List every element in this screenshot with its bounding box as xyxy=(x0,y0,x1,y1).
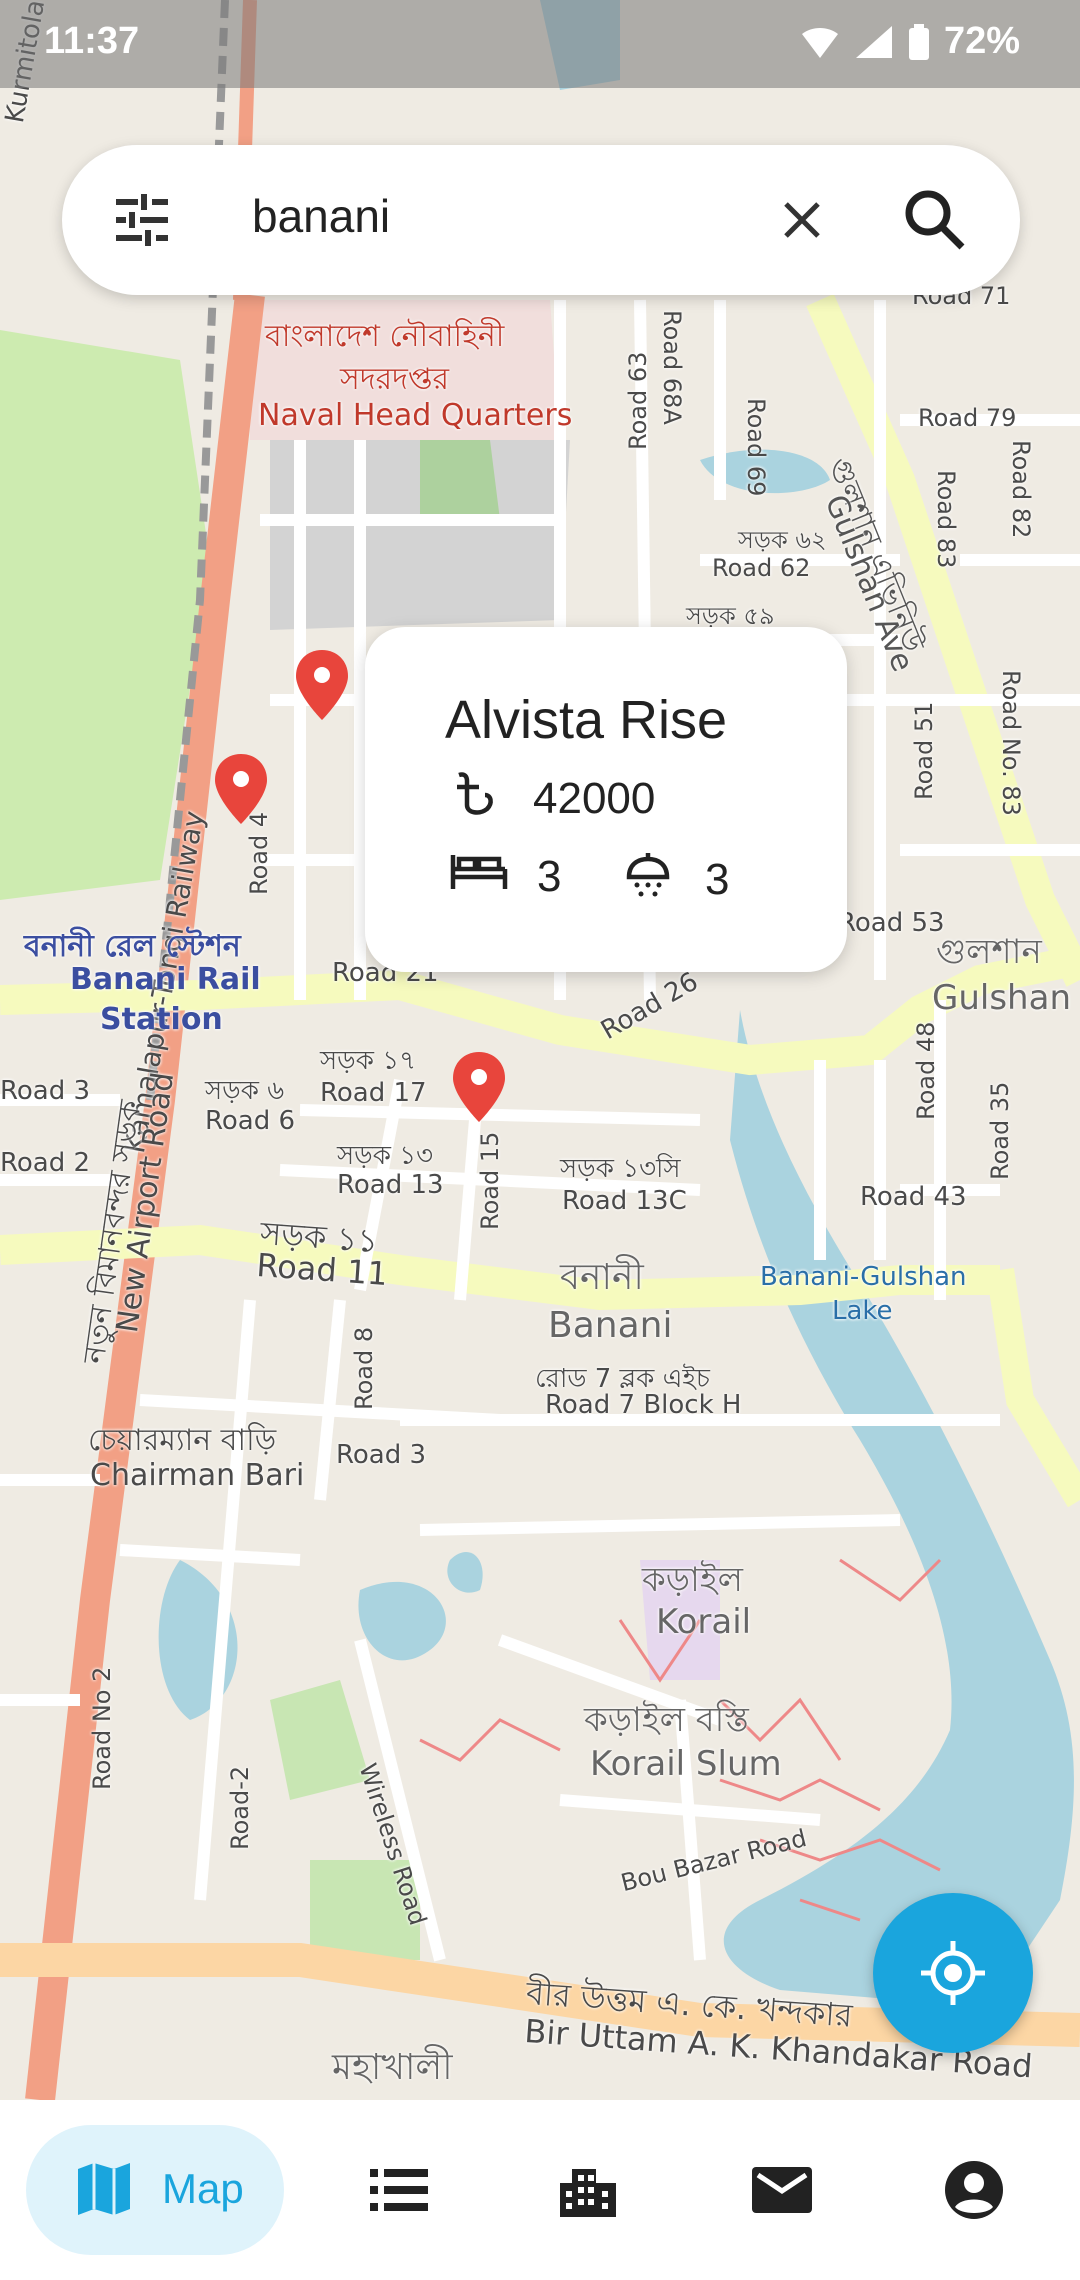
map-label: Banani Rail xyxy=(70,962,261,997)
map-label: Korail xyxy=(656,1602,752,1642)
map-label: Road 3 xyxy=(0,1076,91,1106)
nav-map-label: Map xyxy=(162,2165,244,2212)
map-label: Naval Head Quarters xyxy=(258,398,573,433)
property-marker[interactable] xyxy=(451,1050,507,1124)
map-label: Road 2 xyxy=(0,1148,91,1178)
building-icon xyxy=(560,2169,616,2217)
map-label: Road 48 xyxy=(912,1021,940,1120)
signal-icon xyxy=(854,24,894,60)
map-label: Banani xyxy=(548,1305,673,1346)
list-icon xyxy=(370,2169,428,2211)
map-label: Road 15 xyxy=(476,1131,504,1230)
map-label: বনানী xyxy=(560,1257,644,1298)
map-label: Road 13C xyxy=(562,1186,687,1216)
price-value: 42000 xyxy=(533,773,656,823)
property-title: Alvista Rise xyxy=(445,690,728,750)
battery-icon xyxy=(908,23,930,60)
map-label: Road 83 xyxy=(932,470,960,569)
bed-icon xyxy=(449,849,509,904)
map-label: Road 8 xyxy=(350,1326,378,1410)
map-label: Road 6 xyxy=(205,1106,296,1136)
map-label: Road No. 83 xyxy=(997,670,1025,816)
crosshair-icon xyxy=(921,1941,985,2005)
search-icon[interactable] xyxy=(900,185,970,255)
bottom-navigation: Map xyxy=(0,2100,1080,2280)
nav-buildings[interactable] xyxy=(550,2125,630,2255)
property-baths: 3 xyxy=(623,849,729,910)
map-label: Road 43 xyxy=(860,1182,967,1212)
nav-messages[interactable] xyxy=(742,2125,822,2255)
map-label: Road 68A xyxy=(658,310,686,425)
nav-account[interactable] xyxy=(935,2125,1015,2255)
property-popup[interactable]: Alvista Rise 42000 3 3 xyxy=(365,627,847,972)
filter-icon[interactable] xyxy=(112,190,172,250)
map-label: Korail Slum xyxy=(590,1744,782,1784)
map-label: কড়াইল বস্তি xyxy=(584,1700,749,1740)
my-location-button[interactable] xyxy=(873,1893,1033,2053)
shower-icon xyxy=(623,849,673,910)
search-bar[interactable]: banani xyxy=(62,145,1020,295)
map-label: গুলশান xyxy=(936,932,1042,972)
baths-value: 3 xyxy=(705,854,730,904)
wifi-icon xyxy=(800,24,840,60)
nav-list[interactable] xyxy=(360,2125,440,2255)
property-beds: 3 xyxy=(449,849,561,904)
map-label: Road 35 xyxy=(986,1081,1014,1180)
map-label: Road 7 Block H xyxy=(545,1390,742,1420)
map-label: Road 13 xyxy=(337,1170,444,1200)
property-marker[interactable] xyxy=(294,648,350,722)
beds-value: 3 xyxy=(537,851,562,901)
map-view[interactable]: বাংলাদেশ নৌবাহিনী সদরদপ্তর Naval Head Qu… xyxy=(0,0,1080,2100)
property-marker[interactable] xyxy=(213,752,269,826)
mail-icon xyxy=(752,2167,812,2213)
map-label: Lake xyxy=(832,1296,893,1326)
map-label: মহাখালী xyxy=(332,2047,453,2088)
battery-percent: 72% xyxy=(943,20,1020,62)
property-price: 42000 xyxy=(451,767,655,830)
map-label: Banani-Gulshan xyxy=(760,1262,967,1292)
account-icon xyxy=(945,2161,1003,2219)
map-label: Station xyxy=(100,1002,223,1037)
search-input[interactable]: banani xyxy=(252,189,390,243)
map-label: Road No 2 xyxy=(88,1666,116,1790)
map-label: Gulshan xyxy=(932,978,1071,1018)
map-icon xyxy=(78,2163,130,2215)
map-label: Road-2 xyxy=(226,1765,254,1850)
nav-map[interactable]: Map xyxy=(26,2125,284,2255)
map-label: Chairman Bari xyxy=(90,1458,305,1493)
clear-icon[interactable] xyxy=(772,190,832,250)
map-label: Road 53 xyxy=(838,908,945,938)
map-label: Road 79 xyxy=(918,404,1017,432)
map-label: Road 17 xyxy=(320,1078,427,1108)
map-label: Road 51 xyxy=(910,701,938,800)
map-label: Road 62 xyxy=(712,554,811,582)
status-icons: 72% xyxy=(800,20,1020,63)
status-time: 11:37 xyxy=(44,20,140,62)
map-label: Road 63 xyxy=(624,351,652,450)
taka-icon xyxy=(451,767,503,830)
map-label: Road 69 xyxy=(742,398,770,497)
status-bar: 11:37 72% xyxy=(0,0,1080,88)
map-label: Road 82 xyxy=(1007,440,1035,539)
map-label: Road 3 xyxy=(336,1440,427,1470)
